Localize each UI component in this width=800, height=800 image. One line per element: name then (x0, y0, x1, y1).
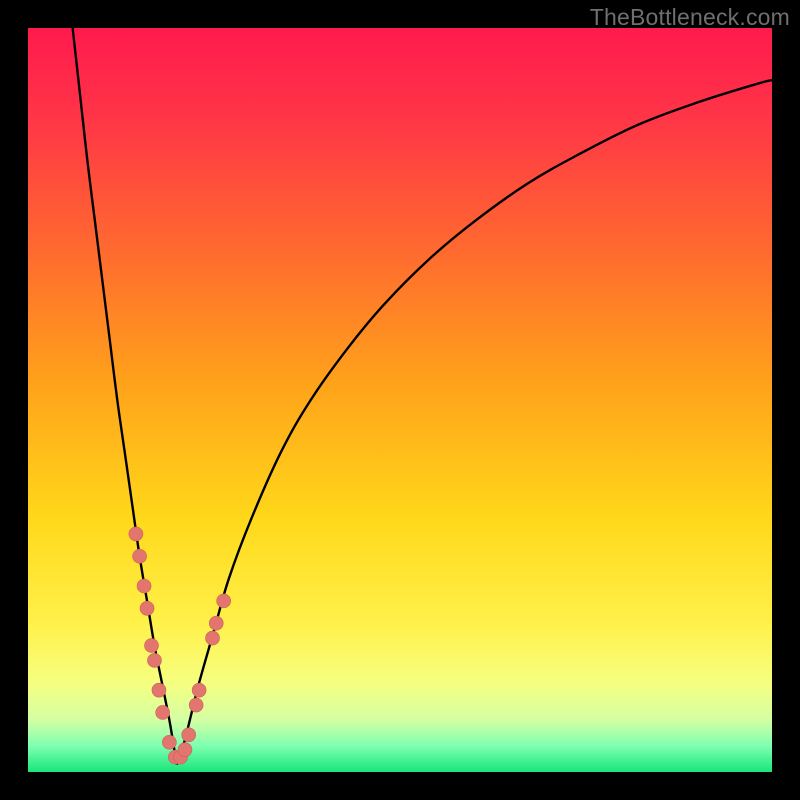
data-marker (133, 549, 147, 563)
watermark-text: TheBottleneck.com (590, 4, 790, 31)
chart-frame (28, 28, 772, 772)
data-marker (137, 579, 151, 593)
curve-left-branch (73, 28, 177, 765)
data-marker (152, 683, 166, 697)
data-marker (156, 705, 170, 719)
curve-right-branch (177, 80, 772, 764)
data-marker (178, 743, 192, 757)
data-marker (189, 698, 203, 712)
data-marker (182, 728, 196, 742)
chart-svg (28, 28, 772, 772)
data-marker (217, 594, 231, 608)
data-marker (147, 653, 161, 667)
data-markers (129, 527, 231, 764)
data-marker (140, 601, 154, 615)
data-marker (145, 639, 159, 653)
data-marker (192, 683, 206, 697)
data-marker (129, 527, 143, 541)
data-marker (206, 631, 220, 645)
data-marker (209, 616, 223, 630)
data-marker (162, 735, 176, 749)
